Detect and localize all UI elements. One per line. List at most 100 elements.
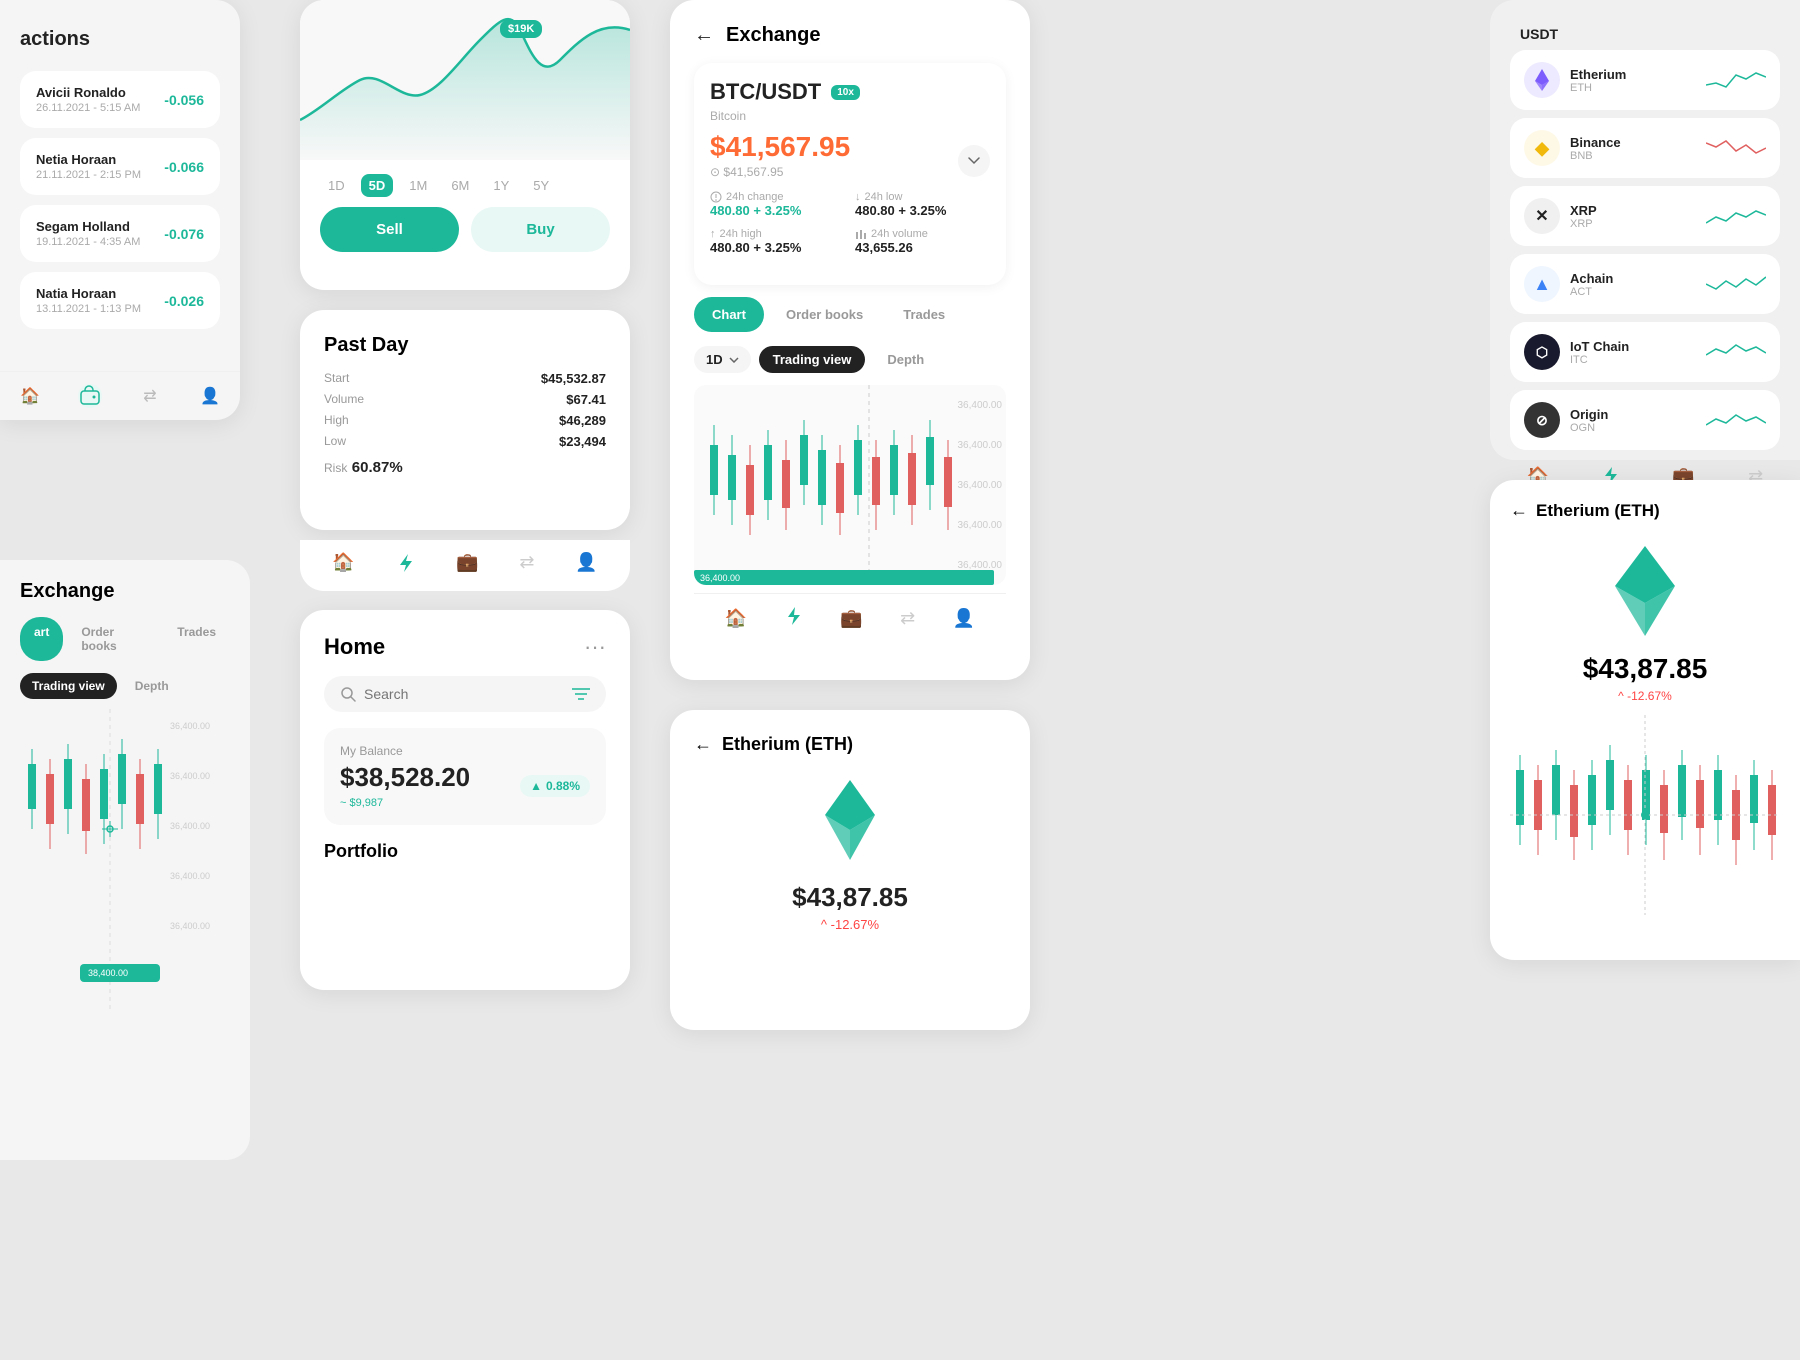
exchange-back-button[interactable]: ← (694, 24, 714, 47)
exchange-left-panel: Exchange art Order books Trades Trading … (0, 560, 250, 1160)
svg-text:36,400.00: 36,400.00 (170, 821, 210, 831)
profile-nav-icon[interactable]: 👤 (575, 552, 597, 579)
svg-text:36,400.00: 36,400.00 (170, 921, 210, 931)
filter-1d[interactable]: 1D (320, 174, 353, 197)
filter-5y[interactable]: 5Y (525, 174, 557, 197)
crypto-item-eth[interactable]: Etherium ETH (1510, 50, 1780, 110)
dropdown-icon[interactable] (958, 145, 990, 177)
trading-view-button[interactable]: Trading view (759, 346, 866, 373)
tx-name-3: Segam Holland (36, 219, 140, 234)
price-chart-svg (300, 0, 630, 160)
change-label: 24h change (710, 191, 845, 203)
filter-6m[interactable]: 6M (443, 174, 477, 197)
crypto-item-xrp[interactable]: ✕ XRP XRP (1510, 186, 1780, 246)
buy-button[interactable]: Buy (471, 207, 610, 252)
transactions-title: actions (20, 28, 220, 51)
tx-name-2: Netia Horaan (36, 152, 141, 167)
eth-detail-title: Etherium (ETH) (1536, 501, 1660, 521)
exl-tab-orderbooks[interactable]: Order books (67, 617, 159, 661)
search-bar[interactable] (324, 676, 606, 712)
bnb-sparkline (1706, 133, 1766, 163)
eth-detail-back-button[interactable]: ← (1510, 500, 1528, 521)
crypto-item-itc[interactable]: ⬡ IoT Chain ITC (1510, 322, 1780, 382)
home-panel: Home ··· My Balance $38,528.20 ~ $9,987 … (300, 610, 630, 990)
stat-24h-low: ↓ 24h low 480.80 + 3.25% (855, 191, 990, 218)
exchange-left-chart: 36,400.00 36,400.00 36,400.00 36,400.00 … (20, 709, 230, 909)
usdt-row: USDT (1500, 10, 1790, 50)
eth-detail-change: ^ -12.67% (1510, 689, 1780, 703)
ex-home-icon[interactable]: 🏠 (725, 608, 747, 629)
exl-tab-chart[interactable]: art (20, 617, 63, 661)
ogn-info: Origin OGN (1570, 407, 1696, 434)
act-name: Achain (1570, 271, 1696, 286)
chart-area: $19K (300, 0, 630, 160)
itc-name: IoT Chain (1570, 339, 1696, 354)
transaction-item-1[interactable]: Avicii Ronaldo 26.11.2021 - 5:15 AM -0.0… (20, 71, 220, 128)
ex-transfer-icon[interactable]: ⇄ (900, 608, 915, 629)
volume-val: 43,655.26 (855, 240, 990, 255)
price-main: $41,567.95 (710, 131, 850, 163)
stats-grid: 24h change 480.80 + 3.25% ↓ 24h low 480.… (710, 191, 990, 255)
depth-view-button[interactable]: Depth (873, 346, 938, 373)
eth-diamond (1510, 541, 1780, 641)
transfer-icon[interactable]: ⇄ (138, 384, 162, 408)
period-selector[interactable]: 1D (694, 346, 751, 373)
xrp-name: XRP (1570, 203, 1696, 218)
sell-button[interactable]: Sell (320, 207, 459, 252)
eth-detail-header: ← Etherium (ETH) (1510, 500, 1780, 521)
ex-wallet-icon[interactable]: 💼 (840, 608, 862, 629)
crypto-item-act[interactable]: ▲ Achain ACT (1510, 254, 1780, 314)
exchange-header: ← Exchange (694, 24, 1006, 47)
more-options-icon[interactable]: ··· (584, 634, 606, 660)
transfer-nav-icon[interactable]: ⇄ (519, 552, 534, 579)
exl-depth-button[interactable]: Depth (123, 673, 181, 699)
ex-lightning-icon[interactable] (785, 606, 803, 631)
exl-tab-trades[interactable]: Trades (163, 617, 230, 661)
eth-bottom-back-button[interactable]: ← (694, 734, 712, 755)
tab-chart[interactable]: Chart (694, 297, 764, 332)
tab-trades[interactable]: Trades (885, 297, 963, 332)
tx-value-4: -0.026 (164, 293, 204, 309)
wallet-icon[interactable] (78, 384, 102, 408)
filter-icon[interactable] (572, 687, 590, 701)
itc-info: IoT Chain ITC (1570, 339, 1696, 366)
tx-date-1: 26.11.2021 - 5:15 AM (36, 102, 140, 114)
start-label: Start (324, 371, 465, 385)
low-label-ex: ↓ 24h low (855, 191, 990, 203)
filter-5d[interactable]: 5D (361, 174, 394, 197)
ex-profile-icon[interactable]: 👤 (953, 608, 975, 629)
price-axis: 36,400.00 36,400.00 36,400.00 36,400.00 … (958, 385, 1003, 585)
home-icon[interactable]: 🏠 (18, 384, 42, 408)
tx-date-3: 19.11.2021 - 4:35 AM (36, 236, 140, 248)
crypto-list: Etherium ETH ◆ Binance BNB ✕ (1500, 50, 1790, 450)
wallet-nav-icon[interactable]: 💼 (456, 552, 478, 579)
home-nav-icon[interactable]: 🏠 (332, 552, 354, 579)
exchange-left-chart-svg: 36,400.00 36,400.00 36,400.00 36,400.00 … (20, 709, 230, 1009)
crypto-item-ogn[interactable]: ⊘ Origin OGN (1510, 390, 1780, 450)
balance-sub: ~ $9,987 (340, 797, 470, 809)
chart-panel: $19K 1D 5D 1M 6M 1Y 5Y Sell Buy (300, 0, 630, 290)
transaction-item-2[interactable]: Netia Horaan 21.11.2021 - 2:15 PM -0.066 (20, 138, 220, 195)
eth-info: Etherium ETH (1570, 67, 1696, 94)
high-value: $46,289 (465, 413, 606, 428)
eth-detail-price: $43,87.85 (1510, 653, 1780, 685)
transaction-item-3[interactable]: Segam Holland 19.11.2021 - 4:35 AM -0.07… (20, 205, 220, 262)
svg-text:38,400.00: 38,400.00 (88, 968, 128, 978)
filter-1m[interactable]: 1M (401, 174, 435, 197)
past-day-grid: Start $45,532.87 Volume $67.41 High $46,… (324, 371, 606, 449)
tab-orderbooks[interactable]: Order books (768, 297, 881, 332)
exl-tradingview-button[interactable]: Trading view (20, 673, 117, 699)
exchange-bottom-nav: 🏠 💼 ⇄ 👤 (694, 593, 1006, 643)
filter-1y[interactable]: 1Y (485, 174, 517, 197)
eth-sparkline (1706, 65, 1766, 95)
portfolio-title: Portfolio (324, 841, 606, 862)
lightning-nav-icon[interactable] (396, 552, 416, 579)
eth-bottom-change: ^ -12.67% (694, 917, 1006, 932)
past-day-title: Past Day (324, 334, 606, 357)
profile-icon[interactable]: 👤 (198, 384, 222, 408)
exchange-title: Exchange (726, 24, 820, 47)
home-title: Home (324, 634, 385, 660)
search-input[interactable] (364, 686, 564, 702)
transaction-item-4[interactable]: Natia Horaan 13.11.2021 - 1:13 PM -0.026 (20, 272, 220, 329)
crypto-item-bnb[interactable]: ◆ Binance BNB (1510, 118, 1780, 178)
